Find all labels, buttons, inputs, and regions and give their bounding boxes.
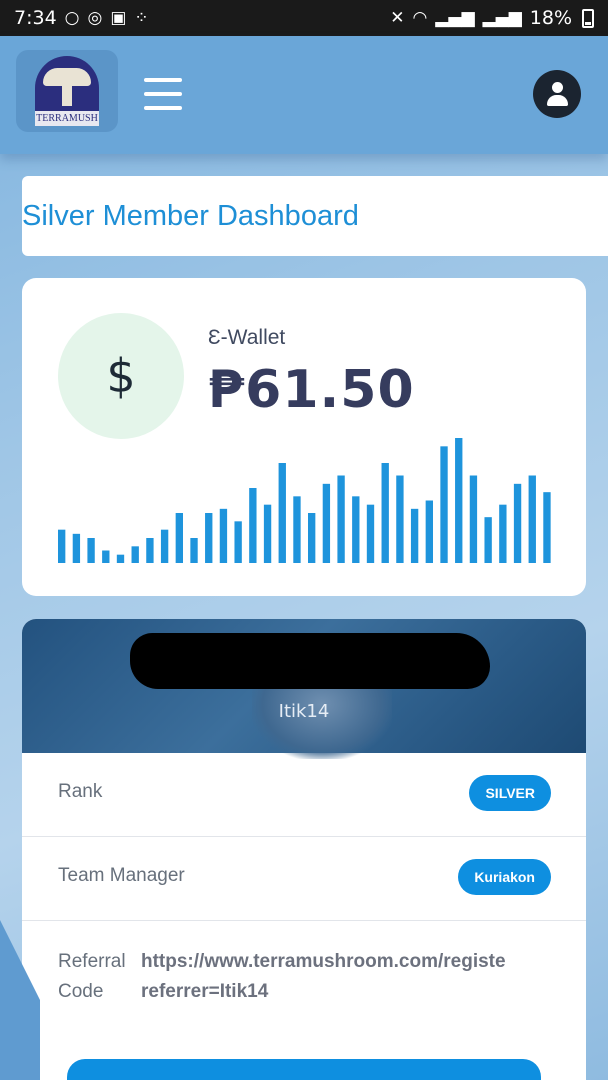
sparkline-bar xyxy=(469,475,478,563)
sparkline-bar xyxy=(116,554,125,563)
sparkline-bar xyxy=(293,496,301,563)
referral-link[interactable]: https://www.terramushroom.com/registe re… xyxy=(141,947,586,1007)
sparkline-bar xyxy=(381,463,389,563)
action-button[interactable] xyxy=(67,1059,541,1080)
sparkline-bar xyxy=(190,538,198,563)
sparkline-bar xyxy=(425,500,433,563)
referral-link-line1: https://www.terramushroom.com/registe xyxy=(141,951,506,972)
sparkline-bar xyxy=(234,521,242,563)
sparkline-bar xyxy=(72,533,81,563)
member-profile-card: Itik14 Rank SILVER Team Manager Kuriakon… xyxy=(22,619,586,1080)
referral-code-label: Referral Code xyxy=(58,951,126,1002)
mushroom-stem xyxy=(62,84,72,106)
page-title: Silver Member Dashboard xyxy=(22,199,359,232)
rank-row: Rank SILVER xyxy=(22,753,586,837)
dashboard-title-card: Silver Member Dashboard xyxy=(22,176,608,256)
sparkline-bar xyxy=(410,508,419,563)
team-manager-row: Team Manager Kuriakon xyxy=(22,837,586,921)
sparkline-bar xyxy=(205,513,213,563)
dollar-symbol: $ xyxy=(106,349,136,403)
sparkline-bar xyxy=(278,463,286,563)
sparkline-bar xyxy=(499,504,507,563)
user-icon-head xyxy=(552,82,563,93)
user-icon-body xyxy=(547,95,568,106)
sparkline-bar xyxy=(352,496,360,563)
team-manager-label: Team Manager xyxy=(58,865,185,886)
sparkline-bar xyxy=(131,546,139,563)
sparkline-bar xyxy=(366,504,375,563)
redacted-name xyxy=(130,633,490,689)
sparkline-bar xyxy=(87,538,95,563)
signal-icon: ▂▄▆ xyxy=(482,8,522,28)
referral-link-line2: referrer=Itik14 xyxy=(141,981,269,1002)
logo-text: TERRAMUSH xyxy=(35,111,99,126)
sparkline-bar xyxy=(249,488,257,563)
image-icon: ▣ xyxy=(110,8,127,28)
team-manager-badge: Kuriakon xyxy=(458,859,551,895)
sparkline-bar xyxy=(322,483,331,563)
signal-icon: ▂▄▆ xyxy=(435,8,475,28)
sparkline-bar xyxy=(484,517,492,563)
sparkline-bar xyxy=(528,475,536,563)
sparkline-bar xyxy=(455,438,463,563)
sparkline-bar xyxy=(308,513,316,563)
username: Itik14 xyxy=(278,701,330,722)
sparkline-bar xyxy=(263,504,272,563)
rank-label: Rank xyxy=(58,781,103,802)
sparkline-bar xyxy=(440,446,448,563)
instagram-icon: ◎ xyxy=(87,8,103,28)
sparkline-bar xyxy=(219,508,228,563)
status-time: 7:34 xyxy=(14,7,57,29)
app-header: TERRAMUSH xyxy=(0,36,608,154)
menu-line xyxy=(144,92,182,96)
menu-line xyxy=(144,106,182,110)
battery-percent: 18% xyxy=(529,7,572,29)
sparkline-bar xyxy=(160,529,169,563)
wallet-label: Ɛ-Wallet xyxy=(208,326,286,349)
status-bar: 7:34 ○ ◎ ▣ ⁘ ✕ ◠ ▂▄▆ ▂▄▆ 18% xyxy=(0,0,608,36)
profile-banner: Itik14 xyxy=(22,619,586,759)
sparkline-bar xyxy=(58,529,66,563)
menu-line xyxy=(144,78,182,82)
mushroom-logo-icon: TERRAMUSH xyxy=(35,56,99,126)
status-right: ✕ ◠ ▂▄▆ ▂▄▆ 18% xyxy=(390,7,594,29)
wifi-icon: ◠ xyxy=(412,8,428,28)
dollar-icon: $ xyxy=(58,313,184,439)
battery-icon xyxy=(582,8,594,28)
sparkline-bar xyxy=(102,550,110,563)
wallet-sparkline xyxy=(58,438,551,563)
wallet-balance: ₱61.50 xyxy=(208,360,415,420)
mute-icon: ✕ xyxy=(390,8,405,28)
dots-icon: ⁘ xyxy=(134,8,149,28)
sparkline-bar xyxy=(337,475,345,563)
sparkline-bar xyxy=(146,538,154,563)
user-profile-button[interactable] xyxy=(533,70,581,118)
circle-icon: ○ xyxy=(64,8,80,28)
rank-badge: SILVER xyxy=(469,775,551,811)
e-wallet-card: $ Ɛ-Wallet ₱61.50 xyxy=(22,278,586,596)
terramush-logo[interactable]: TERRAMUSH xyxy=(16,50,118,132)
hamburger-menu-button[interactable] xyxy=(144,78,182,110)
sparkline-bar xyxy=(543,492,551,563)
status-left: 7:34 ○ ◎ ▣ ⁘ xyxy=(14,7,149,29)
sparkline-bar xyxy=(513,483,522,563)
sparkline-bar xyxy=(175,513,183,563)
sparkline-bar xyxy=(396,475,404,563)
